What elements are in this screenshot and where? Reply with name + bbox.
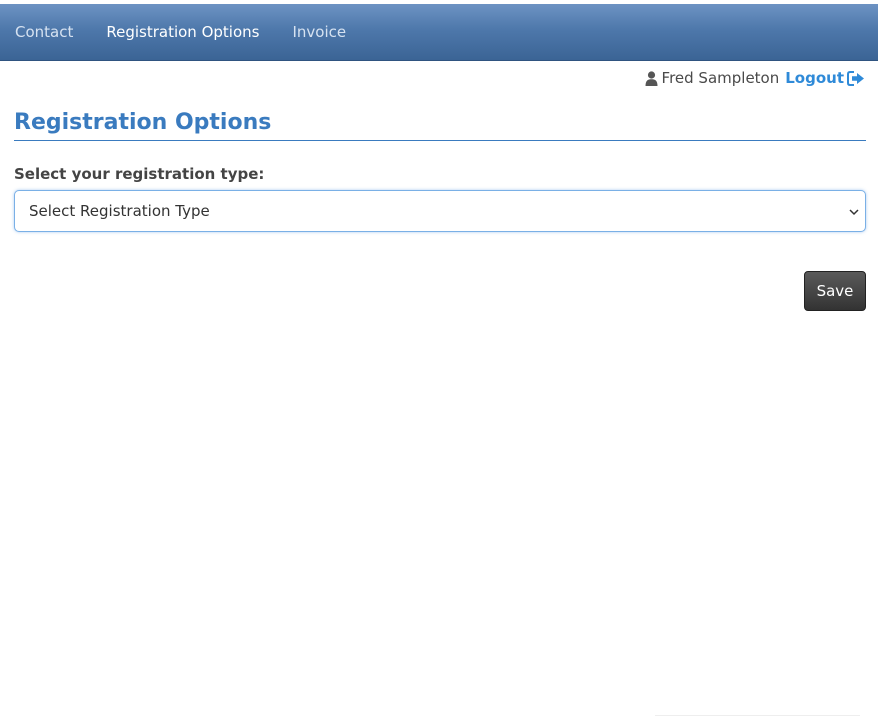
title-divider bbox=[14, 140, 866, 141]
username: Fred Sampleton bbox=[661, 69, 780, 87]
nav-item-invoice[interactable]: Invoice bbox=[292, 23, 346, 41]
footer-divider bbox=[655, 715, 860, 716]
page-title: Registration Options bbox=[14, 110, 272, 135]
nav-item-contact[interactable]: Contact bbox=[15, 23, 73, 41]
registration-type-label: Select your registration type: bbox=[14, 165, 265, 183]
nav-item-registration-options[interactable]: Registration Options bbox=[106, 23, 259, 41]
registration-type-selected-value: Select Registration Type bbox=[29, 202, 210, 220]
save-button[interactable]: Save bbox=[804, 271, 866, 311]
top-navigation-bar: Contact Registration Options Invoice bbox=[0, 4, 878, 61]
logout-label: Logout bbox=[785, 69, 844, 87]
user-icon bbox=[645, 70, 658, 86]
registration-type-select[interactable]: Select Registration Type bbox=[14, 190, 866, 232]
sign-out-icon bbox=[847, 70, 864, 86]
chevron-down-icon bbox=[849, 209, 859, 216]
user-bar: Fred Sampleton Logout bbox=[645, 68, 865, 88]
logout-link[interactable]: Logout bbox=[785, 69, 865, 87]
